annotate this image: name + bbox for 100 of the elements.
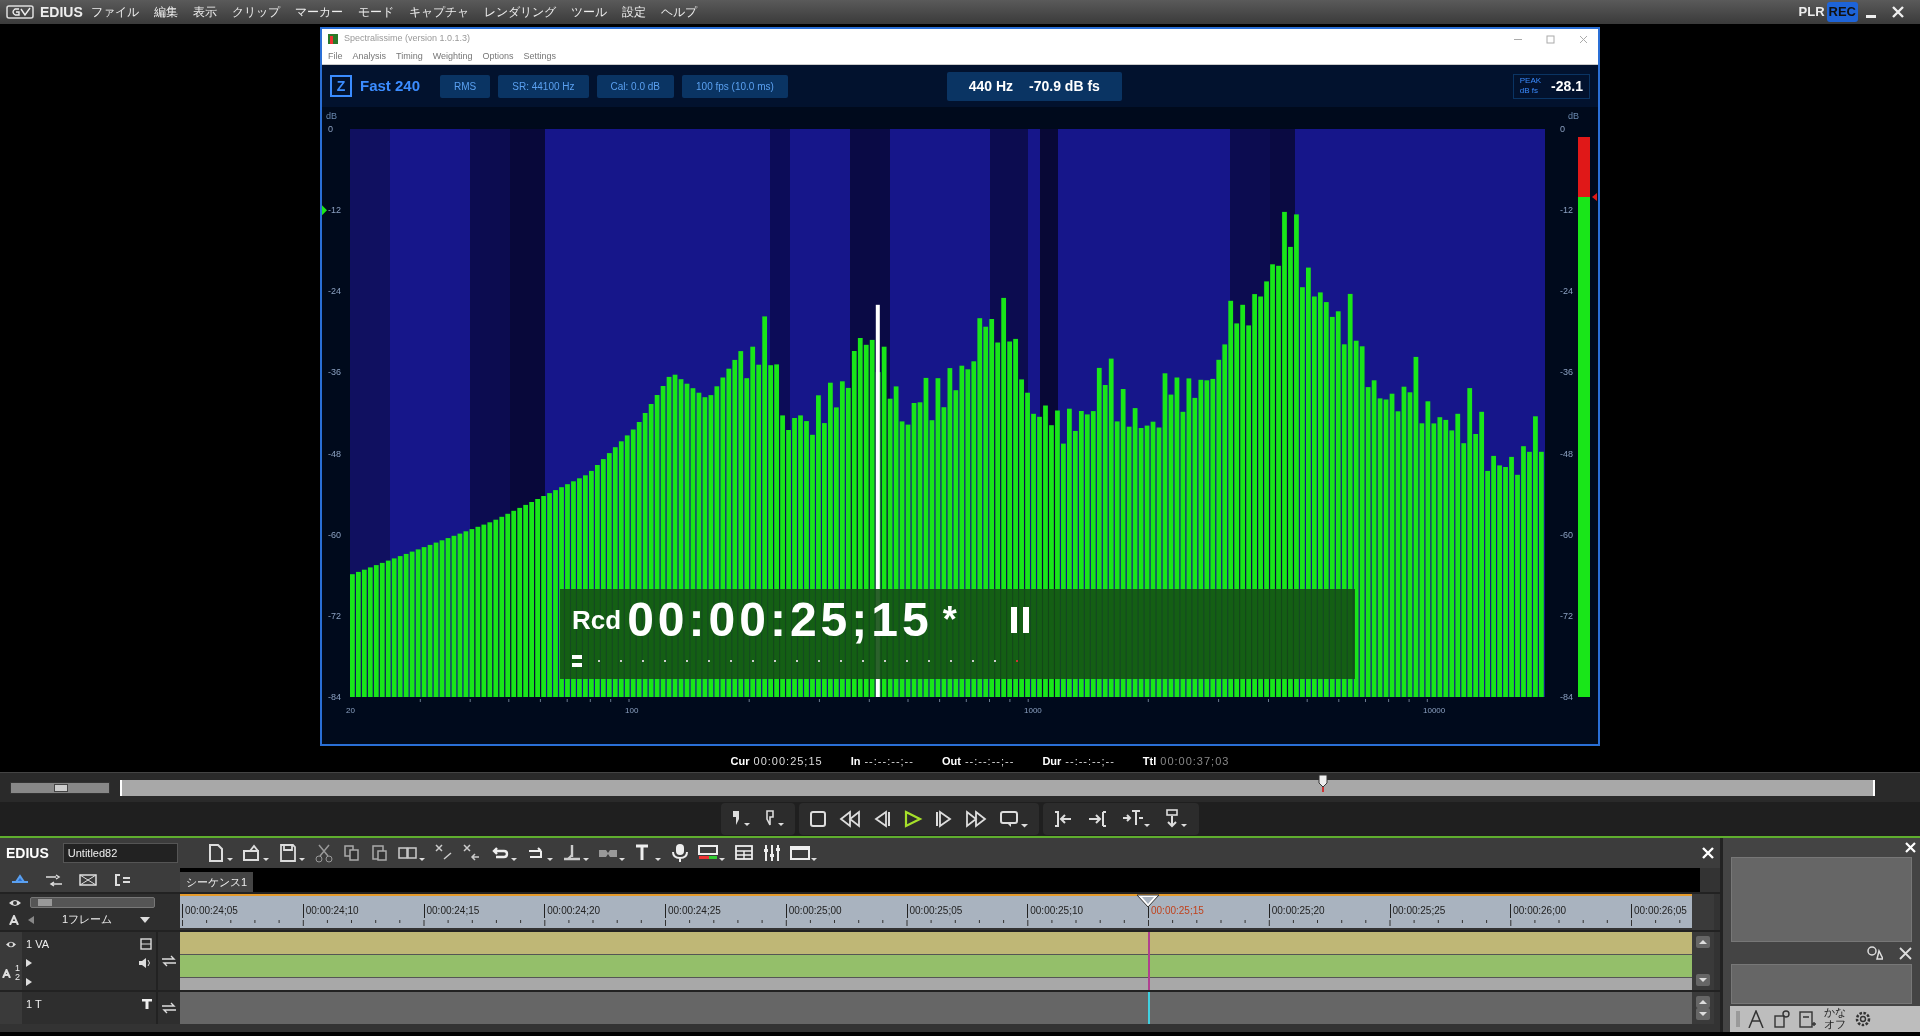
mixer-button[interactable] [761, 843, 782, 863]
open-button[interactable] [241, 843, 270, 863]
toolbar-button[interactable]: 100 fps (10.0 ms) [682, 74, 788, 98]
link-button[interactable] [112, 872, 132, 888]
toolbar-button[interactable]: RMS [440, 74, 491, 98]
left-arrow-icon [28, 915, 34, 924]
mode-toggle[interactable]: PLR [1796, 2, 1827, 22]
cursor-line [1148, 992, 1150, 1024]
minimize-button[interactable] [1866, 14, 1876, 18]
menu-item[interactable]: 編集 [153, 3, 178, 21]
menu-item[interactable]: File [328, 49, 343, 64]
panel-button[interactable] [789, 843, 818, 863]
menu-item[interactable]: クリップ [231, 3, 280, 21]
axis-tick-label: -24 [1560, 286, 1573, 297]
loop-button[interactable] [999, 809, 1029, 829]
expand-icon [26, 977, 32, 986]
step-forward-button[interactable] [935, 810, 953, 828]
menu-item[interactable]: ヘルプ [660, 3, 697, 21]
title-button[interactable] [633, 843, 662, 863]
scroll-thumb[interactable] [54, 783, 68, 792]
rewind-button[interactable] [839, 810, 861, 828]
ime-mode-text[interactable]: オフ [1824, 1019, 1846, 1031]
settings-icon [1854, 1010, 1872, 1028]
stop-button[interactable] [809, 810, 827, 828]
menu-item[interactable]: Analysis [352, 49, 387, 64]
scroll-down-button[interactable] [1696, 1008, 1710, 1020]
go-to-out-button[interactable] [1087, 810, 1109, 828]
paste-button[interactable] [369, 843, 390, 863]
timecode-label: Cur [730, 753, 750, 769]
menu-item[interactable]: 表示 [192, 3, 217, 21]
track-sync-button[interactable] [161, 955, 177, 967]
pause-icon [1010, 607, 1029, 633]
overwrite-button[interactable] [1163, 809, 1189, 829]
save-button[interactable] [277, 843, 306, 863]
scroll-up-button[interactable] [1696, 936, 1710, 948]
ime-mode-text[interactable]: かな [1824, 1007, 1846, 1019]
app-icon [328, 34, 338, 44]
peak-label: dB fs [1519, 86, 1539, 97]
menu-item[interactable]: Settings [523, 49, 557, 64]
timecode: 00:00:25;15 [627, 596, 933, 644]
timecode-value: 00:00:37;03 [1160, 753, 1230, 769]
app-logo: EDIUS [6, 843, 49, 863]
caret-icon [140, 916, 150, 923]
audio-channel: 1 [15, 964, 20, 974]
swap-track-button[interactable] [44, 872, 64, 888]
slider-thumb[interactable] [37, 899, 52, 906]
scroll-up-button[interactable] [1696, 996, 1710, 1008]
menu-item[interactable]: 設定 [621, 3, 646, 21]
playhead-marker [1136, 894, 1160, 908]
axis-tick-label: -12 [328, 205, 341, 216]
window-title: Spectralissime (version 1.0.1.3) [344, 32, 471, 46]
ruler-time-label: 00:00:25;10 [1027, 904, 1084, 918]
mark-out-button[interactable] [763, 809, 785, 829]
toolbar-button[interactable]: SR: 44100 Hz [498, 74, 589, 98]
split-button[interactable] [561, 843, 590, 863]
shapes-button[interactable] [1867, 946, 1883, 960]
render-button[interactable] [697, 843, 726, 863]
step-back-button[interactable] [873, 810, 891, 828]
copy-button[interactable] [341, 843, 362, 863]
expand-icon [26, 958, 32, 967]
menu-item[interactable]: Options [482, 49, 514, 64]
layout-button[interactable] [733, 843, 754, 863]
font-icon [1748, 1010, 1764, 1028]
scroll-down-button[interactable] [1696, 974, 1710, 986]
timecode-value: --:--:--;-- [1065, 753, 1115, 769]
cut-button[interactable] [313, 843, 334, 863]
menu-item[interactable]: モード [357, 3, 394, 21]
slider-handle[interactable] [1318, 773, 1329, 792]
audio-lock-icon [2, 968, 11, 978]
timeline-ruler[interactable]: 00:00:24;05 00:00:24;10 00:00:24;15 00:00:24;20 00:00:24;25 00:00:25;00 00:00:25;05 00:00:25;10 00:00:25;15 00:00:25;20 00:00:25;25 00:00:26;00 00:00:26;05 [180, 894, 1692, 928]
track-sync-button[interactable] [161, 1002, 177, 1014]
menu-item[interactable]: ツール [570, 3, 607, 21]
menu-item[interactable]: キャプチャ [408, 3, 469, 21]
axis-tick-label: 10000 [1423, 706, 1446, 715]
fast-forward-button[interactable] [965, 810, 987, 828]
sync-button[interactable] [78, 872, 98, 888]
microphone-button[interactable] [669, 843, 690, 863]
insert-button[interactable] [1121, 809, 1151, 829]
zoom-badge[interactable]: Z [330, 75, 352, 97]
menu-item[interactable]: Weighting [432, 49, 473, 64]
axis-tick-label: -48 [1560, 448, 1573, 459]
axis-tick-label: 1000 [1024, 706, 1042, 715]
playhead-line [1148, 932, 1150, 990]
title-icon [142, 999, 152, 1010]
play-button[interactable] [903, 810, 923, 828]
axis-unit: dB [326, 111, 337, 121]
menu-item[interactable]: ファイル [90, 3, 139, 21]
ruler-time-label: 00:00:25;20 [1268, 904, 1325, 918]
menu-item[interactable]: Timing [396, 49, 423, 64]
delete-button[interactable] [433, 843, 454, 863]
project-name-field[interactable]: Untitled82 [62, 843, 178, 863]
sequence-tab[interactable]: シーケンス1 [180, 871, 254, 892]
peak-value: -28.1 [1551, 76, 1583, 96]
timecode-label: Dur [1042, 753, 1062, 769]
ripple-delete-button[interactable] [461, 843, 482, 863]
toolbar-button[interactable]: Cal: 0.0 dB [596, 74, 675, 98]
axis-tick-label: -60 [1560, 529, 1573, 540]
menu-item[interactable]: マーカー [294, 3, 343, 21]
menu-item[interactable]: レンダリング [483, 3, 556, 21]
level-readout: -70.9 dB fs [1029, 76, 1100, 96]
